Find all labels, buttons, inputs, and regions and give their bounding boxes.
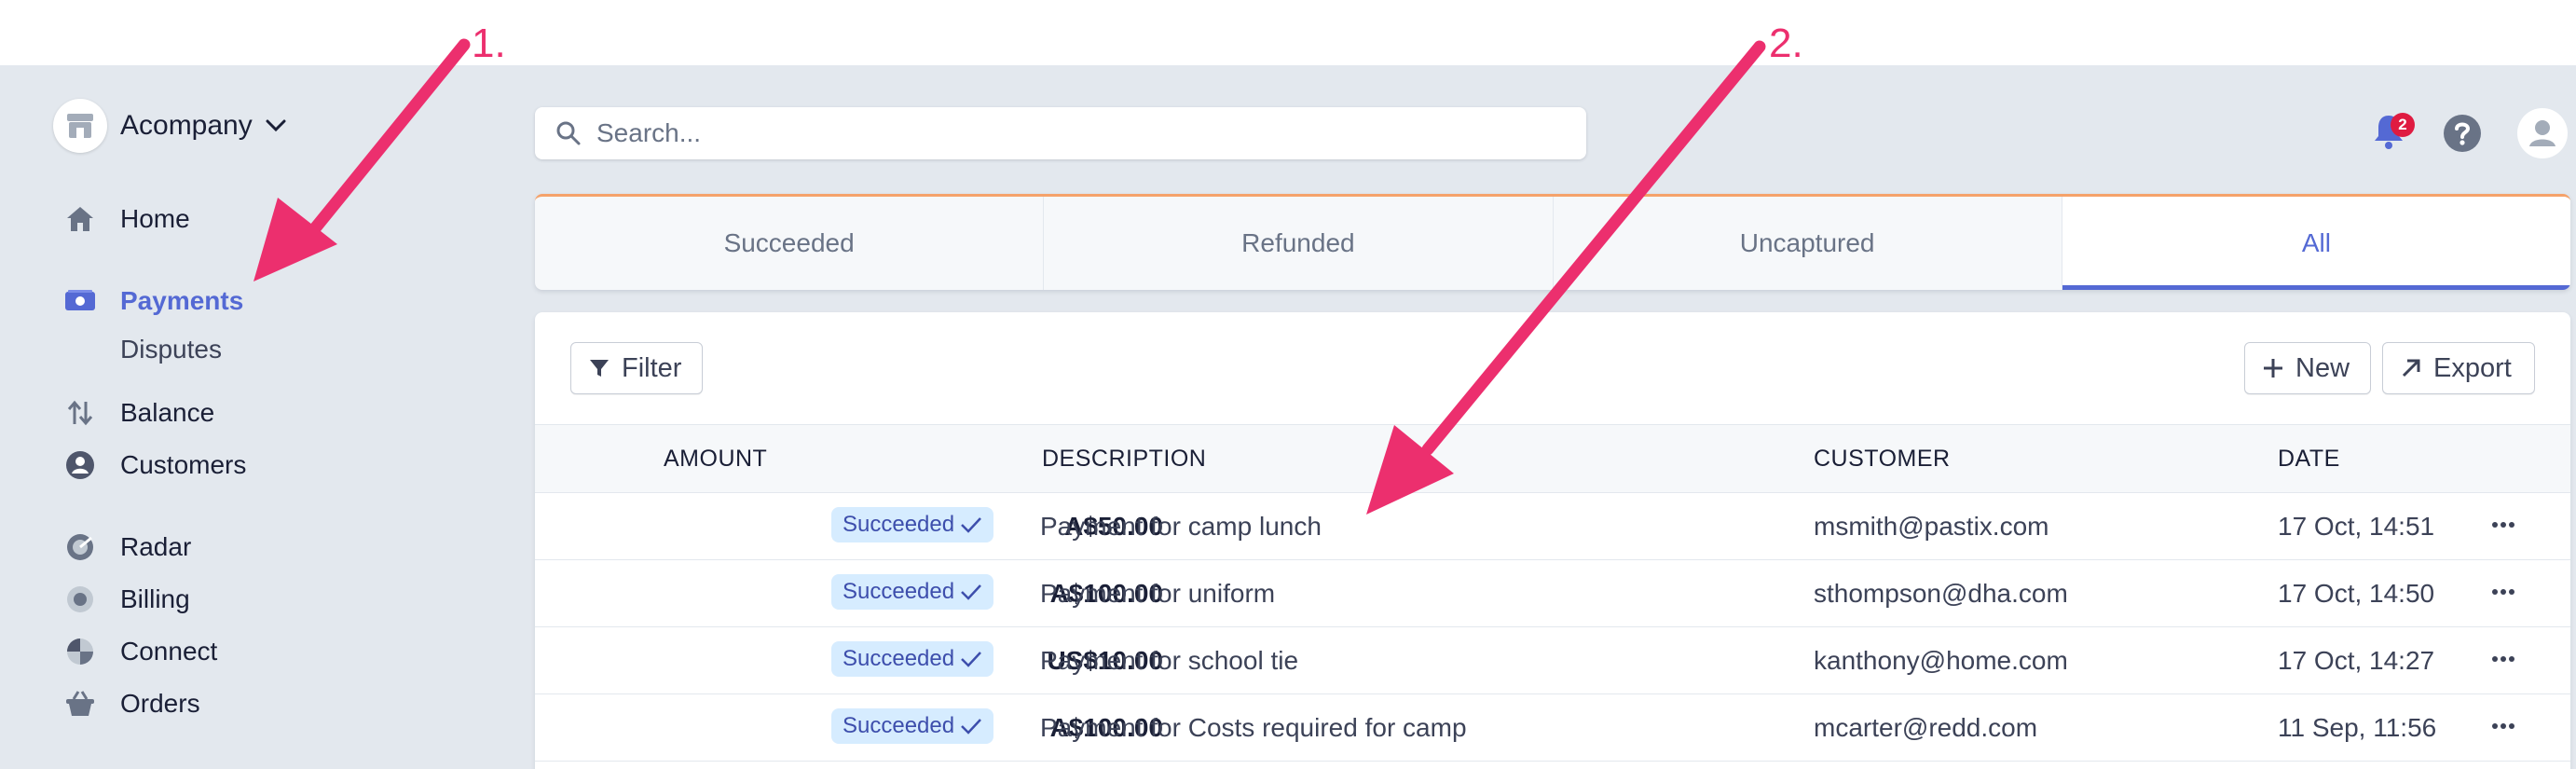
table-row[interactable]: A$100.00 Succeeded Payment for uniform s… [535,559,2570,627]
account-switcher[interactable]: Acompany [53,98,286,154]
filter-button-label: Filter [622,352,682,383]
column-header-amount[interactable]: AMOUNT [664,446,767,473]
payment-status-tabs: Succeeded Refunded Uncaptured All [535,194,2570,290]
sidebar-item-label: Payments [120,286,244,315]
export-button[interactable]: Export [2382,342,2535,394]
status-label: Succeeded [843,713,955,738]
sidebar-item-payments[interactable]: Payments [63,282,243,320]
tab-all[interactable]: All [2062,197,2570,290]
status-badge: Succeeded [831,574,994,610]
more-actions-icon[interactable] [2487,645,2520,673]
sidebar-item-radar[interactable]: Radar [63,529,191,566]
tab-uncaptured[interactable]: Uncaptured [1554,197,2062,290]
sidebar-item-label: Customers [120,450,247,479]
date-cell: 17 Oct, 14:50 [2278,579,2435,608]
table-row[interactable]: A$100.00 Succeeded Payment for Costs req… [535,693,2570,762]
new-button[interactable]: New [2244,342,2371,394]
checkmark-icon [960,515,982,534]
date-cell: 17 Oct, 14:27 [2278,646,2435,675]
date-cell: 17 Oct, 14:51 [2278,512,2435,541]
notifications-button[interactable]: 2 [2363,107,2415,159]
filter-icon [586,355,612,381]
description-cell: Payment for school tie [1040,646,1299,675]
store-icon [53,99,107,153]
customer-cell[interactable]: msmith@pastix.com [1814,512,2048,542]
plus-icon [2260,355,2286,381]
sidebar-item-billing[interactable]: Billing [63,581,190,618]
search-icon [555,119,583,147]
chevron-down-icon [266,119,286,132]
sidebar-item-label: Disputes [120,335,222,364]
status-label: Succeeded [843,646,955,671]
column-header-customer[interactable]: CUSTOMER [1814,446,1951,473]
date-cell: 11 Sep, 11:56 [2278,713,2437,742]
sidebar-item-connect[interactable]: Connect [63,633,217,670]
sidebar-item-customers[interactable]: Customers [63,446,246,484]
notification-count-badge: 2 [2391,113,2415,137]
more-actions-icon[interactable] [2487,578,2520,606]
sidebar-item-orders[interactable]: Orders [63,685,200,722]
orders-icon [63,687,97,721]
status-badge: Succeeded [831,507,994,542]
export-arrow-icon [2398,355,2424,381]
home-icon [63,202,97,236]
connect-icon [63,635,97,668]
help-button[interactable] [2436,107,2488,159]
sidebar-item-balance[interactable]: Balance [63,394,214,432]
sidebar-item-label: Connect [120,637,218,666]
table-row[interactable]: US$10.00 Succeeded Payment for school ti… [535,626,2570,694]
more-actions-icon[interactable] [2487,712,2520,740]
tab-refunded[interactable]: Refunded [1044,197,1554,290]
customer-cell[interactable]: kanthony@home.com [1814,646,2068,676]
status-label: Succeeded [843,579,955,604]
status-badge: Succeeded [831,641,994,677]
help-icon [2444,115,2481,152]
table-row[interactable]: A$50.00 Succeeded Payment for camp lunch… [535,492,2570,560]
description-cell: Payment for Costs required for camp [1040,713,1467,742]
description-cell: Payment for uniform [1040,579,1276,608]
checkmark-icon [960,650,982,668]
billing-icon [63,583,97,616]
sidebar-item-home[interactable]: Home [63,200,190,238]
payments-table-card: Filter New Export AMOUNT DESCRIPTION CUS… [535,312,2570,769]
sidebar-item-label: Radar [120,532,192,561]
status-badge: Succeeded [831,708,994,744]
checkmark-icon [960,717,982,735]
column-header-date[interactable]: DATE [2278,446,2340,473]
description-cell: Payment for camp lunch [1040,512,1322,541]
radar-icon [63,530,97,564]
avatar-icon [2517,108,2568,158]
search-input[interactable] [595,117,1530,149]
sidebar-item-label: Home [120,204,190,233]
customer-cell[interactable]: sthompson@dha.com [1814,579,2068,609]
tab-succeeded[interactable]: Succeeded [535,197,1045,290]
sidebar-item-label: Billing [120,584,190,613]
status-label: Succeeded [843,512,955,537]
export-button-label: Export [2433,352,2512,383]
customer-cell[interactable]: mcarter@redd.com [1814,713,2037,743]
balance-icon [63,396,97,430]
checkmark-icon [960,583,982,601]
filter-button[interactable]: Filter [570,342,703,394]
sidebar-item-label: Orders [120,689,200,718]
payments-icon [63,284,97,318]
search-bar[interactable] [535,107,1586,159]
customers-icon [63,448,97,482]
account-name: Acompany [120,110,253,141]
dashboard-app: Acompany Home Payments Disputes Balance [0,65,2576,769]
column-header-description[interactable]: DESCRIPTION [1042,446,1206,473]
profile-button[interactable] [2516,107,2569,159]
new-button-label: New [2295,352,2350,383]
table-header: AMOUNT DESCRIPTION CUSTOMER DATE [535,424,2570,493]
more-actions-icon[interactable] [2487,511,2520,539]
sidebar-item-label: Balance [120,398,215,427]
annotation-label-2: 2. [1769,21,1803,66]
annotation-label-1: 1. [472,21,506,66]
